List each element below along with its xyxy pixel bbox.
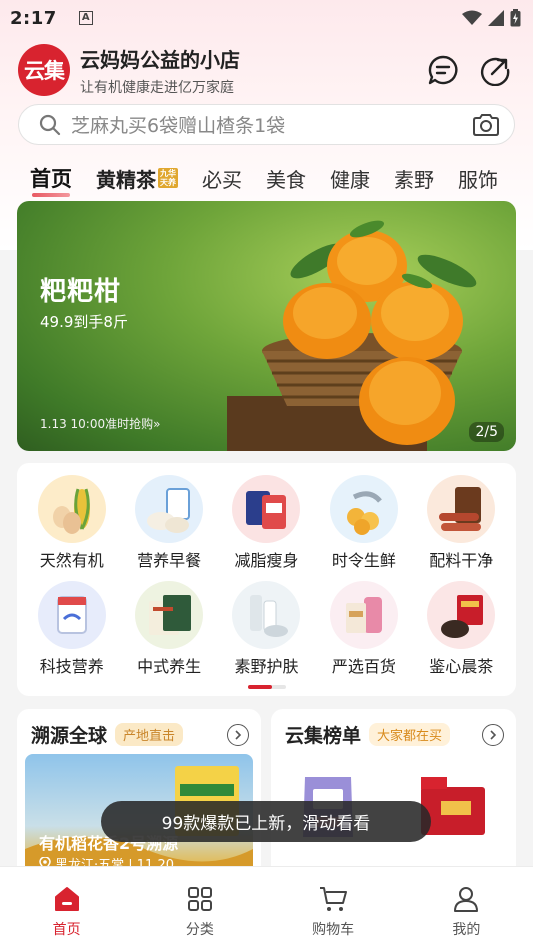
status-bar: 2:17 A bbox=[0, 0, 533, 36]
banner-note: 1.13 10:00准时抢购» bbox=[40, 417, 161, 431]
category-tech-nutrition[interactable]: 科技营养 bbox=[23, 581, 120, 677]
banner-subtitle: 49.9到手8斤 bbox=[40, 313, 128, 331]
message-icon bbox=[428, 55, 458, 85]
category-tabs: 首页 黄精茶 九华 天养 必买 美食 健康 素野 服饰 bbox=[18, 158, 533, 198]
seafood-icon bbox=[329, 475, 398, 543]
herbal-box-icon bbox=[135, 581, 204, 649]
chevron-right-icon[interactable] bbox=[482, 723, 504, 746]
eggs-corn-icon bbox=[37, 475, 106, 543]
category-grid-panel: 天然有机 营养早餐 减脂瘦身 时令生鲜 配料干净 科技营养 中式养生 素野护肤 … bbox=[17, 463, 516, 696]
message-button[interactable] bbox=[426, 53, 460, 87]
sausage-icon bbox=[427, 475, 496, 543]
oranges-basket-image bbox=[227, 220, 477, 451]
category-label: 时令生鲜 bbox=[331, 551, 396, 570]
tab-food[interactable]: 美食 bbox=[266, 164, 306, 193]
detergent-icon bbox=[329, 581, 398, 649]
share-icon bbox=[481, 57, 510, 86]
tab-badge-bottom: 天养 bbox=[160, 178, 176, 187]
nav-profile[interactable]: 我的 bbox=[400, 867, 533, 949]
search-bar[interactable]: 芝麻丸买6袋赠山楂条1袋 bbox=[18, 104, 515, 145]
search-input[interactable]: 芝麻丸买6袋赠山楂条1袋 bbox=[71, 111, 472, 138]
supplement-icon bbox=[37, 581, 106, 649]
chevron-right-icon[interactable] bbox=[227, 723, 249, 746]
status-time: 2:17 bbox=[10, 7, 57, 29]
category-label: 营养早餐 bbox=[137, 551, 202, 570]
category-diet[interactable]: 减脂瘦身 bbox=[218, 475, 315, 571]
category-suye-skincare[interactable]: 素野护肤 bbox=[218, 581, 315, 677]
category-selected-goods[interactable]: 严选百货 bbox=[315, 581, 412, 677]
toast-message: 99款爆款已上新，滑动看看 bbox=[101, 801, 431, 842]
category-label: 严选百货 bbox=[331, 657, 396, 676]
nav-label: 购物车 bbox=[312, 922, 355, 938]
home-icon bbox=[54, 887, 79, 911]
banner-page-indicator: 2/5 bbox=[469, 422, 504, 442]
shop-name: 云妈妈公益的小店 bbox=[80, 47, 240, 72]
nav-label: 分类 bbox=[185, 922, 214, 938]
notification-icon: A bbox=[78, 11, 93, 25]
nav-home[interactable]: 首页 bbox=[0, 867, 133, 949]
tab-apparel[interactable]: 服饰 bbox=[458, 164, 498, 193]
tab-suye[interactable]: 素野 bbox=[394, 164, 434, 193]
promo-banner[interactable]: 粑粑柑 49.9到手8斤 1.13 10:00准时抢购» 2/5 bbox=[17, 201, 516, 451]
category-natural-organic[interactable]: 天然有机 bbox=[23, 475, 120, 571]
category-clean-ingredients[interactable]: 配料干净 bbox=[413, 475, 510, 571]
category-page-indicator bbox=[248, 685, 286, 689]
category-label: 天然有机 bbox=[39, 551, 104, 570]
diet-pack-icon bbox=[232, 475, 301, 543]
banner-title: 粑粑柑 bbox=[40, 277, 122, 307]
tab-badge: 九华 天养 bbox=[158, 168, 178, 188]
category-label: 减脂瘦身 bbox=[234, 551, 299, 570]
shop-logo[interactable]: 云集 bbox=[18, 44, 70, 96]
card-title: 溯源全球 bbox=[31, 725, 108, 747]
category-label: 中式养生 bbox=[137, 657, 202, 676]
nav-label: 我的 bbox=[452, 922, 481, 938]
camera-icon[interactable] bbox=[472, 113, 500, 137]
share-button[interactable] bbox=[478, 53, 512, 87]
category-label: 配料干净 bbox=[429, 551, 494, 570]
category-chinese-wellness[interactable]: 中式养生 bbox=[120, 581, 217, 677]
category-label: 科技营养 bbox=[39, 657, 104, 676]
nav-label: 首页 bbox=[52, 922, 81, 938]
category-breakfast[interactable]: 营养早餐 bbox=[120, 475, 217, 571]
category-label: 素野护肤 bbox=[234, 657, 299, 676]
tab-health[interactable]: 健康 bbox=[330, 164, 370, 193]
battery-icon bbox=[510, 9, 521, 27]
search-icon bbox=[39, 114, 61, 135]
shop-slogan: 让有机健康走进亿万家庭 bbox=[80, 79, 234, 96]
skincare-icon bbox=[232, 581, 301, 649]
card-title: 云集榜单 bbox=[285, 725, 362, 747]
category-fresh[interactable]: 时令生鲜 bbox=[315, 475, 412, 571]
wifi-icon bbox=[462, 10, 482, 25]
category-label: 鉴心晨茶 bbox=[429, 657, 494, 676]
buns-icon bbox=[135, 475, 204, 543]
bottom-navigation: 首页 分类 购物车 我的 bbox=[0, 866, 533, 949]
tab-badge-top: 九华 bbox=[160, 169, 176, 178]
tab-must-buy[interactable]: 必买 bbox=[202, 164, 242, 193]
tab-huangjing-tea[interactable]: 黄精茶 九华 天养 bbox=[96, 164, 178, 193]
card-tag: 产地直击 bbox=[115, 723, 184, 746]
nav-category[interactable]: 分类 bbox=[133, 867, 266, 949]
tea-gift-icon bbox=[427, 581, 496, 649]
signal-icon bbox=[488, 10, 504, 26]
nav-cart[interactable]: 购物车 bbox=[267, 867, 400, 949]
cart-icon bbox=[320, 887, 348, 911]
shop-header: 云集 云妈妈公益的小店 让有机健康走进亿万家庭 bbox=[18, 42, 518, 98]
card-tag: 大家都在买 bbox=[369, 723, 451, 746]
tab-label: 黄精茶 bbox=[96, 167, 156, 192]
user-icon bbox=[454, 887, 479, 912]
tab-home[interactable]: 首页 bbox=[30, 163, 72, 197]
grid-icon bbox=[187, 887, 212, 911]
category-morning-tea[interactable]: 鉴心晨茶 bbox=[413, 581, 510, 677]
